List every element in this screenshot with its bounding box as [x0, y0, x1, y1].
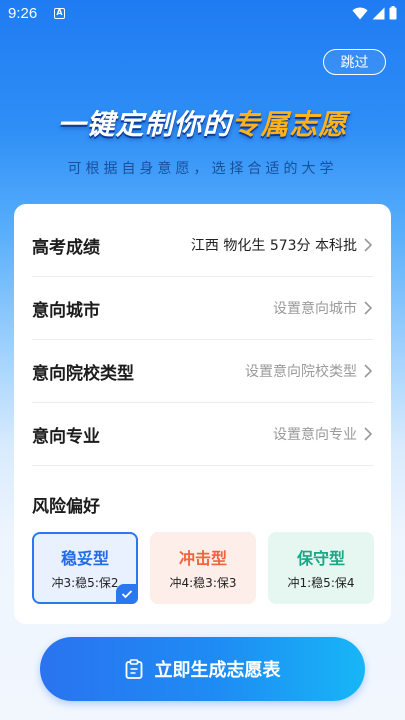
risk-option-rush[interactable]: 冲击型 冲4:稳3:保3	[150, 532, 256, 604]
notification-icon: A	[54, 8, 65, 19]
option-title: 冲击型	[178, 549, 227, 568]
option-ratio: 冲1:稳5:保4	[287, 576, 355, 590]
chevron-right-icon	[364, 238, 373, 252]
row-label: 高考成绩	[32, 237, 100, 258]
generate-button[interactable]: 立即生成志愿表	[40, 637, 365, 701]
wifi-icon	[352, 7, 368, 19]
risk-preference-title: 风险偏好	[32, 497, 100, 517]
option-title: 保守型	[296, 549, 345, 568]
row-label: 意向专业	[32, 426, 100, 447]
row-city[interactable]: 意向城市 设置意向城市	[32, 277, 373, 340]
skip-button[interactable]: 跳过	[323, 49, 386, 75]
row-exam-score[interactable]: 高考成绩 江西 物化生 573分 本科批	[32, 214, 373, 277]
page-headline: 一键定制你的专属志愿	[0, 103, 405, 143]
status-icons	[352, 6, 397, 20]
headline-highlight: 专属志愿	[231, 108, 348, 141]
headline-main: 一键定制你的	[57, 108, 232, 141]
row-value: 设置意向院校类型	[245, 364, 357, 380]
risk-option-steady[interactable]: 稳妥型 冲3:稳5:保2	[32, 532, 138, 604]
option-ratio: 冲3:稳5:保2	[51, 576, 119, 590]
row-value: 设置意向专业	[273, 427, 357, 443]
risk-option-conservative[interactable]: 保守型 冲1:稳5:保4	[268, 532, 374, 604]
preference-card: 高考成绩 江西 物化生 573分 本科批 意向城市 设置意向城市 意向院校类型 …	[14, 204, 391, 624]
row-value: 江西 物化生 573分 本科批	[190, 238, 357, 254]
status-bar: 9:26 A	[0, 0, 405, 28]
row-label: 意向城市	[32, 300, 100, 321]
signal-icon	[372, 7, 385, 19]
row-school-type[interactable]: 意向院校类型 设置意向院校类型	[32, 340, 373, 403]
chevron-right-icon	[364, 301, 373, 315]
chevron-right-icon	[364, 364, 373, 378]
clipboard-icon	[125, 659, 142, 679]
selected-check-icon	[116, 584, 138, 604]
row-major[interactable]: 意向专业 设置意向专业	[32, 403, 373, 466]
status-time: 9:26	[8, 5, 38, 22]
option-ratio: 冲4:稳3:保3	[169, 576, 237, 590]
row-label: 意向院校类型	[32, 363, 134, 384]
page-subtitle: 可根据自身意愿，选择合适的大学	[67, 161, 338, 177]
battery-icon	[389, 6, 397, 20]
row-value: 设置意向城市	[273, 301, 357, 317]
option-title: 稳妥型	[60, 549, 109, 568]
chevron-right-icon	[364, 427, 373, 441]
generate-button-label: 立即生成志愿表	[154, 660, 281, 681]
